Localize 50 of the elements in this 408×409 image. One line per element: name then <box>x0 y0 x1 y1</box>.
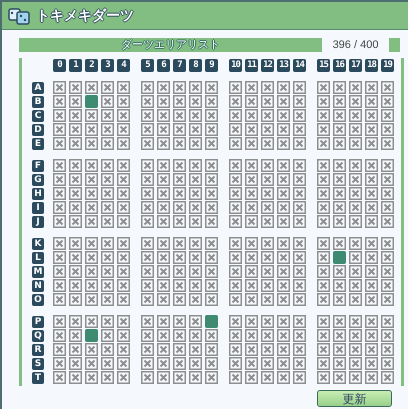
open-slot[interactable] <box>333 251 346 264</box>
column-header: 3 <box>101 59 114 72</box>
update-button[interactable]: 更新 <box>317 390 392 407</box>
column-header: 4 <box>117 59 130 72</box>
column-header: 11 <box>245 59 258 72</box>
column-header: 1 <box>69 59 82 72</box>
row-header: H <box>32 188 44 200</box>
row-header: F <box>32 160 44 172</box>
row-header: C <box>32 110 44 122</box>
column-header: 9 <box>205 59 218 72</box>
list-title-bar: ダーツエリアリスト <box>19 38 322 52</box>
row-header: G <box>32 174 44 186</box>
column-header: 18 <box>365 59 378 72</box>
row-header: Q <box>32 330 44 342</box>
column-header: 14 <box>293 59 306 72</box>
column-header: 7 <box>173 59 186 72</box>
row-header: E <box>32 138 44 150</box>
row-header: D <box>32 124 44 136</box>
column-header: 16 <box>333 59 346 72</box>
row-header: N <box>32 280 44 292</box>
row-header: S <box>32 358 44 370</box>
open-slot[interactable] <box>205 315 218 328</box>
column-header: 17 <box>349 59 362 72</box>
column-header: 19 <box>381 59 394 72</box>
dice-icon <box>8 6 32 24</box>
column-header: 15 <box>317 59 330 72</box>
row-header: M <box>32 266 44 278</box>
row-header: T <box>32 372 44 384</box>
row-header: A <box>32 82 44 94</box>
column-header: 10 <box>229 59 242 72</box>
count-label: 396 / 400 <box>332 39 380 51</box>
column-header: 8 <box>189 59 202 72</box>
open-slot[interactable] <box>85 329 98 342</box>
row-header: I <box>32 202 44 214</box>
column-header: 0 <box>53 59 66 72</box>
row-header: J <box>32 216 44 228</box>
row-header: L <box>32 252 44 264</box>
column-header: 12 <box>261 59 274 72</box>
column-header: 13 <box>277 59 290 72</box>
open-slot[interactable] <box>85 95 98 108</box>
row-header: R <box>32 344 44 356</box>
window-title: トキメキダーツ <box>36 6 134 24</box>
column-header: 6 <box>157 59 170 72</box>
column-header: 2 <box>85 59 98 72</box>
row-header: P <box>32 316 44 328</box>
header-bar-end <box>389 38 400 52</box>
row-header: B <box>32 96 44 108</box>
row-header: K <box>32 238 44 250</box>
row-header: O <box>32 294 44 306</box>
column-header: 5 <box>141 59 154 72</box>
